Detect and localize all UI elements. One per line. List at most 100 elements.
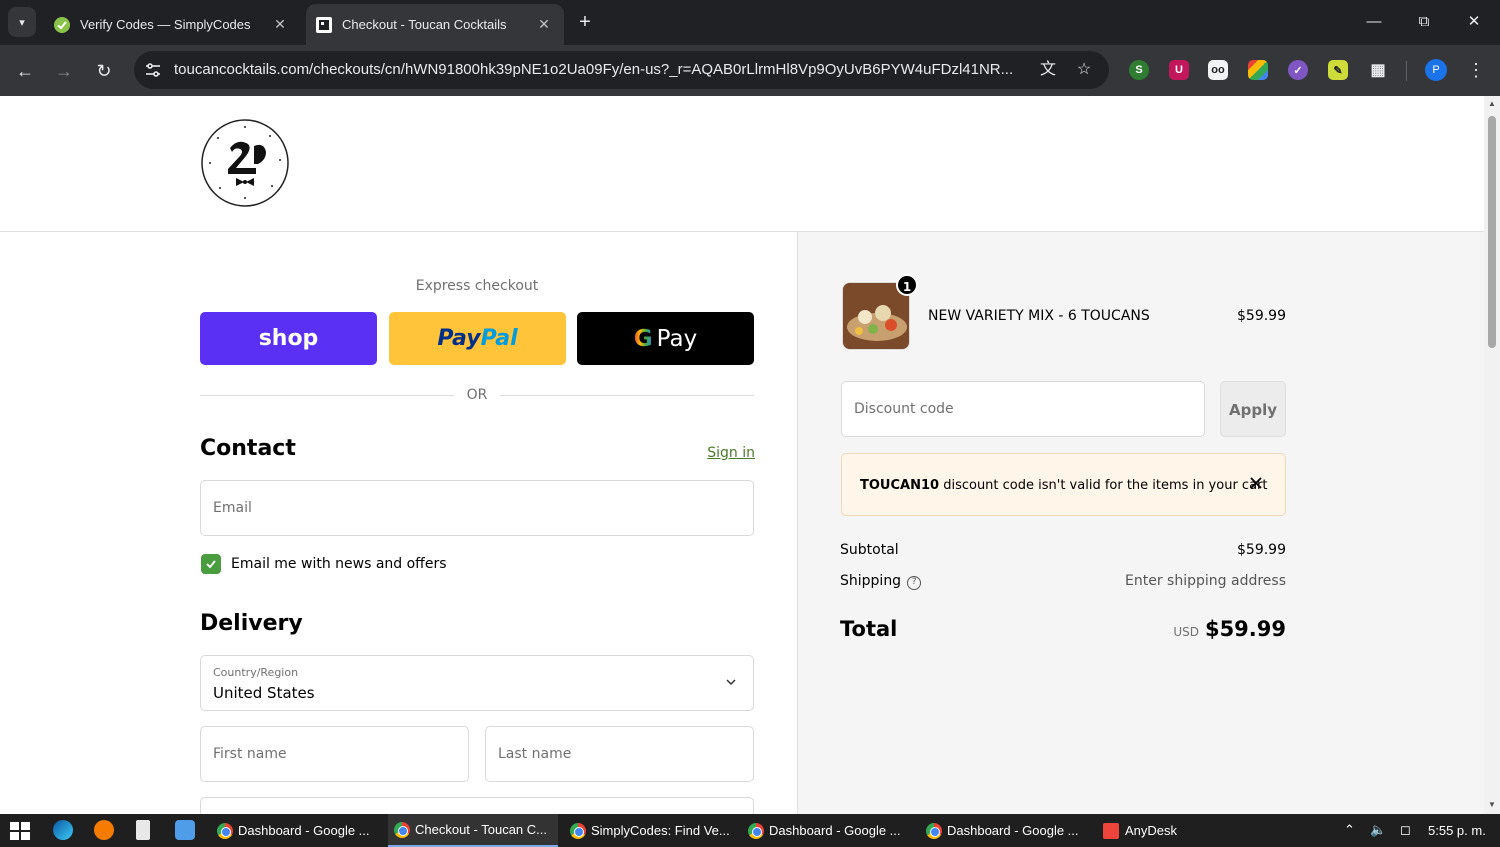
tab-simplycodes[interactable]: Verify Codes — SimplyCodes ✕ [44,4,300,45]
page-viewport: Express checkout shop Pay Pal G Pay OR Co… [0,96,1484,814]
product-price: $59.99 [1237,308,1286,324]
glasses-extension-icon[interactable]: oo [1208,60,1228,80]
checkout-header [0,96,1484,232]
toucan-logo-icon[interactable] [200,118,290,208]
scroll-down-arrow-icon[interactable]: ▼ [1487,800,1497,810]
edge-icon[interactable] [53,820,73,840]
discount-error-message: discount code isn't valid for the items … [943,478,1268,493]
shop-pay-label: shop [258,326,319,351]
shop-pay-button[interactable]: shop [200,312,377,365]
restore-icon[interactable]: ⧉ [1409,9,1439,35]
tab-close-icon[interactable]: ✕ [534,16,554,33]
browser-toolbar: ← → ↻ toucancocktails.com/checkouts/cn/h… [0,45,1500,96]
taskbar-app-title: AnyDesk [1125,823,1178,838]
screen: ▾ Verify Codes — SimplyCodes ✕ Checkout … [0,0,1500,847]
google-pay-label: Pay [656,325,698,352]
country-region-value: United States [213,684,315,702]
paypal-button[interactable]: Pay Pal [389,312,566,365]
translate-icon[interactable]: 文 [1038,60,1058,80]
total-value: $59.99 [1204,617,1286,641]
tab-checkout[interactable]: Checkout - Toucan Cocktails ✕ [306,4,564,45]
taskbar-app-dashboard-2[interactable]: Dashboard - Google ... [742,814,914,847]
total-currency: USD [1173,625,1199,639]
sign-in-link[interactable]: Sign in [700,445,755,461]
discount-code-placeholder: Discount code [854,401,954,417]
apply-discount-button[interactable]: Apply [1220,381,1286,437]
vlc-icon[interactable] [94,820,114,840]
file-icon[interactable] [136,820,150,840]
discount-code-name: TOUCAN10 [860,478,940,493]
reload-icon[interactable]: ↻ [90,57,118,85]
last-name-placeholder: Last name [498,746,572,762]
purple-extension-icon[interactable]: ✓ [1288,60,1308,80]
paypal-label-pay: Pay [437,326,481,351]
discount-error-alert: TOUCAN10 discount code isn't valid for t… [841,453,1286,516]
checkmark-icon [206,560,216,569]
taskbar-app-dashboard-1[interactable]: Dashboard - Google ... [211,814,383,847]
tray-chevron-up-icon[interactable]: ⌃ [1344,822,1355,838]
google-pay-button[interactable]: G Pay [577,312,754,365]
minimize-icon[interactable]: — [1359,9,1389,35]
scroll-up-arrow-icon[interactable]: ▲ [1487,99,1497,109]
ublock-shield-icon[interactable]: U [1169,60,1189,80]
product-name: NEW VARIETY MIX - 6 TOUCANS [928,308,1150,324]
order-summary: 1 NEW VARIETY MIX - 6 TOUCANS $59.99 Dis… [797,232,1484,814]
monitor-app-icon[interactable] [175,820,195,840]
tab-title: Verify Codes — SimplyCodes [80,17,251,32]
windows-start-icon[interactable] [10,822,30,840]
browser-menu-icon[interactable]: ⋮ [1466,57,1486,83]
help-circle-icon[interactable]: ? [907,576,922,590]
express-checkout-title: Express checkout [415,278,539,294]
shipping-value: Enter shipping address [1125,573,1286,589]
taskbar-app-checkout[interactable]: Checkout - Toucan C... [388,814,558,847]
chrome-icon [217,822,233,839]
chrome-icon [926,822,942,839]
browser-tab-strip: ▾ Verify Codes — SimplyCodes ✕ Checkout … [0,0,1500,45]
page-scrollbar[interactable]: ▲ ▼ [1484,96,1500,814]
forward-arrow-icon[interactable]: → [50,57,78,85]
news-offers-checkbox[interactable] [201,554,221,574]
back-arrow-icon[interactable]: ← [11,57,39,85]
country-region-label: Country/Region [213,666,299,679]
scrollbar-thumb[interactable] [1488,116,1496,348]
tab-close-icon[interactable]: ✕ [270,16,290,33]
taskbar-app-title: Dashboard - Google ... [769,823,901,838]
or-divider-right [500,395,754,396]
taskbar-app-title: Dashboard - Google ... [947,823,1079,838]
simplycodes-extension-icon[interactable]: S [1129,60,1149,80]
wifi-icon[interactable]: ◻ [1400,822,1411,838]
paypal-label-pal: Pal [480,326,518,351]
tab-title: Checkout - Toucan Cocktails [342,17,507,32]
profile-avatar-icon[interactable]: P [1425,59,1447,81]
close-window-icon[interactable]: ✕ [1459,9,1489,35]
contact-heading: Contact [200,436,296,461]
taskbar-app-dashboard-3[interactable]: Dashboard - Google ... [920,814,1092,847]
tab-search-chevron-icon[interactable]: ▾ [8,7,36,37]
volume-muted-icon[interactable]: 🔈 [1370,822,1386,838]
first-name-field[interactable]: First name [200,726,469,782]
address-bar[interactable]: toucancocktails.com/checkouts/cn/hWN9180… [134,51,1109,89]
simplycodes-favicon-icon [54,16,70,33]
subtotal-row: Subtotal $59.99 [840,542,1286,558]
first-name-placeholder: First name [213,746,287,762]
site-info-tune-icon[interactable] [144,61,162,79]
bookmark-star-icon[interactable]: ☆ [1074,60,1094,80]
news-offers-label[interactable]: Email me with news and offers [231,556,447,572]
quantity-badge: 1 [896,274,918,296]
discount-code-input[interactable]: Discount code [841,381,1205,437]
address-field[interactable] [200,797,754,814]
new-tab-plus-icon[interactable]: + [572,10,598,36]
grid-extension-icon[interactable] [1248,60,1268,80]
puzzle-extensions-icon[interactable]: ▦ [1368,60,1388,80]
country-region-select[interactable]: Country/Region United States [200,655,754,711]
shipping-row: Shipping? Enter shipping address [840,573,1286,590]
tag-extension-icon[interactable]: ✎ [1328,60,1348,80]
close-icon[interactable] [1247,474,1265,492]
last-name-field[interactable]: Last name [485,726,754,782]
taskbar-clock[interactable]: 5:55 p. m. [1428,823,1486,838]
email-field[interactable]: Email [200,480,754,536]
taskbar-app-anydesk[interactable]: AnyDesk [1097,814,1265,847]
chevron-down-icon [726,679,736,686]
taskbar-app-simplycodes[interactable]: SimplyCodes: Find Ve... [564,814,736,847]
taskbar-app-title: Checkout - Toucan C... [415,822,547,837]
